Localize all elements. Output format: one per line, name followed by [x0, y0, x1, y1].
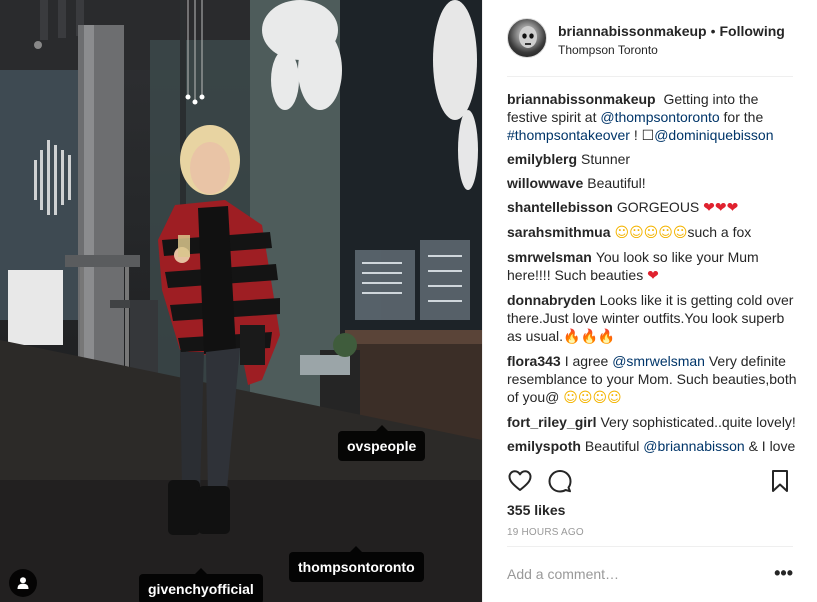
comment-item: donnabryden Looks like it is getting cold… [507, 291, 801, 346]
comment-username[interactable]: emilyblerg [507, 151, 577, 167]
caption-mention-thompsontoronto[interactable]: @thompsontoronto [600, 109, 719, 125]
username-link[interactable]: briannabissonmakeup [558, 23, 707, 39]
post-photo[interactable]: ovspeople thompsontoronto givenchyoffici… [0, 0, 482, 602]
comment-text: I agree [564, 353, 609, 369]
separator-dot: • [710, 23, 716, 39]
following-button[interactable]: Following [720, 23, 785, 39]
divider [507, 546, 793, 547]
post-sidebar: briannabissonmakeup • Following Thompson T… [482, 0, 817, 602]
comment-username[interactable]: fort_riley_girl [507, 414, 596, 430]
caption-mention-dominiquebisson[interactable]: @dominiquebisson [654, 127, 773, 143]
comment-username[interactable]: emilyspoth [507, 438, 581, 454]
avatar-image [519, 26, 537, 48]
comment-item: emilyspoth Beautiful @briannabisson & I l… [507, 437, 801, 455]
comment-username[interactable]: sarahsmithmua [507, 224, 610, 240]
comment-text: such a fox [687, 224, 752, 240]
comment-mention[interactable]: @smrwelsman [612, 353, 705, 369]
more-options-button[interactable]: ••• [774, 564, 793, 582]
location-link[interactable]: Thompson Toronto [558, 43, 658, 57]
action-bar [507, 468, 793, 496]
comment-icon[interactable] [547, 468, 573, 494]
hearts-emoji: ❤❤❤ [703, 200, 739, 216]
comment-text: Stunner [581, 151, 631, 167]
fire-emoji: 🔥🔥🔥 [563, 329, 616, 345]
comment-item: emilyblerg Stunner [507, 150, 801, 168]
comment-text: Beautiful [584, 438, 640, 454]
comment-mention[interactable]: @briannabisson [643, 438, 744, 454]
post-header: briannabissonmakeup • Following Thompson T… [507, 17, 793, 77]
header-title: briannabissonmakeup • Following [558, 23, 785, 39]
comments-list[interactable]: briannabissonmakeup Getting into the fes… [507, 90, 801, 460]
caption-username[interactable]: briannabissonmakeup [507, 91, 656, 107]
heart-eyes-emoji: ☺☺☺☺ [563, 390, 622, 406]
tagged-users-button[interactable] [9, 569, 37, 597]
comment-username[interactable]: willowwave [507, 175, 583, 191]
caption-text: ! ☐ [633, 127, 655, 143]
comment-username[interactable]: flora343 [507, 353, 561, 369]
heart-emoji: ❤ [647, 268, 659, 284]
comment-text: Beautiful! [587, 175, 646, 191]
comment-username[interactable]: shantellebisson [507, 199, 613, 215]
post-timestamp[interactable]: 19 HOURS AGO [507, 527, 584, 538]
caption-text: for the [723, 109, 764, 125]
photo-scene [0, 0, 482, 602]
heart-icon[interactable] [507, 468, 533, 494]
comment-username[interactable]: smrwelsman [507, 249, 592, 265]
product-tag-thompsontoronto[interactable]: thompsontoronto [289, 546, 424, 582]
bookmark-icon[interactable] [767, 468, 793, 494]
comment-item: willowwave Beautiful! [507, 174, 801, 192]
caption: briannabissonmakeup Getting into the fes… [507, 90, 801, 144]
comment-text: Very sophisticated..quite lovely! [600, 414, 796, 430]
comment-item: smrwelsman You look so like your Mum here… [507, 248, 801, 285]
heart-eyes-emoji: ☺☺☺☺☺ [614, 225, 688, 241]
comment-item: fort_riley_girl Very sophisticated..quite… [507, 413, 801, 431]
likes-count[interactable]: 355 likes [507, 502, 565, 518]
comment-text: & I love [748, 438, 796, 454]
comment-item: sarahsmithmua ☺☺☺☺☺such a fox [507, 223, 801, 242]
comment-text: GORGEOUS [616, 199, 700, 215]
caption-hashtag[interactable]: #thompsontakeover [507, 127, 630, 143]
product-tag-givenchyofficial[interactable]: givenchyofficial [139, 568, 263, 602]
product-tag-ovspeople[interactable]: ovspeople [338, 425, 426, 461]
comment-username[interactable]: donnabryden [507, 292, 596, 308]
comment-item: flora343 I agree @smrwelsman Very definit… [507, 352, 801, 407]
person-icon [17, 577, 29, 589]
add-comment-input[interactable] [507, 563, 757, 585]
comment-item: shantellebisson GORGEOUS ❤❤❤ [507, 198, 801, 217]
avatar[interactable] [507, 18, 547, 58]
